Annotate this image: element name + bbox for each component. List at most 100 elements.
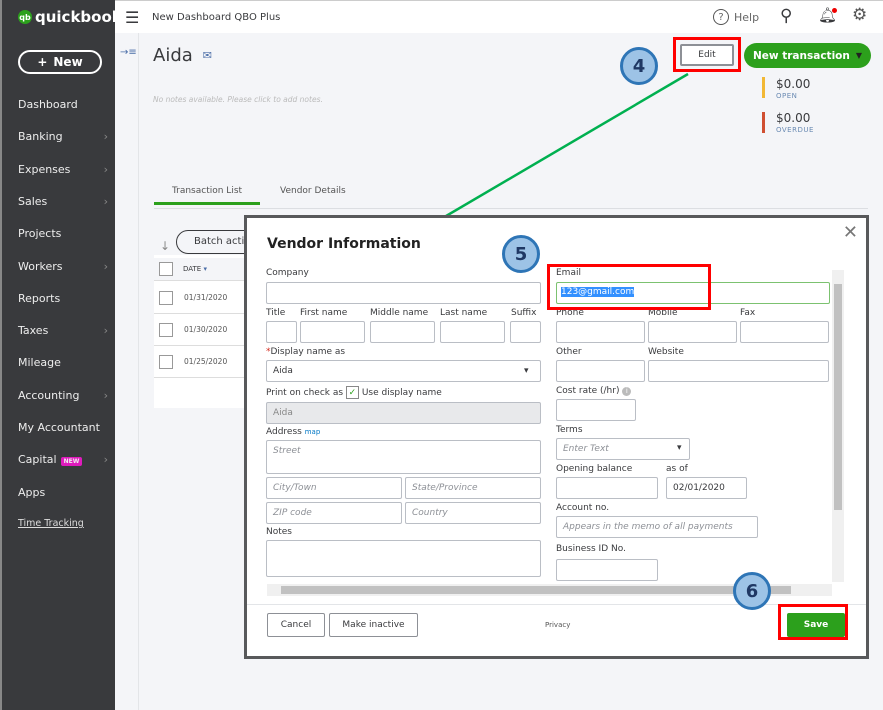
email-icon[interactable]: ✉ [203, 49, 212, 62]
dropdown-arrow-icon: ▼ [855, 51, 863, 60]
business-id-input[interactable] [556, 559, 658, 581]
expand-icon[interactable]: →≡ [120, 47, 137, 58]
state-input[interactable] [405, 477, 541, 499]
table-row[interactable]: 01/30/2020 [154, 314, 244, 346]
website-input[interactable] [648, 360, 829, 382]
annotation-box-save [778, 604, 848, 640]
callout-6: 6 [733, 572, 771, 610]
company-label: Company [266, 268, 309, 278]
date-column-header[interactable]: DATE ▾ [183, 265, 207, 273]
help-button[interactable]: ? Help [713, 9, 759, 25]
opening-balance-label: Opening balance [556, 464, 633, 474]
cancel-button[interactable]: Cancel [267, 613, 325, 637]
privacy-link[interactable]: Privacy [545, 621, 570, 629]
transaction-table: ↓ Batch acti DATE ▾ 01/31/2020 01/30/2020… [154, 230, 256, 408]
suffix-input[interactable] [510, 321, 541, 343]
overdue-indicator [762, 112, 765, 133]
open-label: OPEN [776, 92, 798, 100]
print-on-check-label: Print on check as ✓ Use display name [266, 386, 442, 399]
sidebar-item-workers[interactable]: Workers › [18, 260, 108, 273]
dialog-title: Vendor Information [267, 236, 421, 252]
top-bar: ☰ New Dashboard QBO Plus ? Help ⚲ 🔔︎ ⚙ [115, 0, 883, 33]
annotation-box-email [547, 264, 711, 310]
country-input[interactable] [405, 502, 541, 524]
table-row[interactable]: 01/25/2020 [154, 346, 244, 378]
title-label: Title [266, 308, 286, 318]
first-name-label: First name [300, 308, 348, 318]
middle-name-input[interactable] [370, 321, 435, 343]
notes-input[interactable] [266, 540, 541, 577]
hamburger-menu-icon[interactable]: ☰ [125, 8, 139, 27]
sidebar-item-dashboard[interactable]: Dashboard [18, 98, 108, 111]
sidebar-item-taxes[interactable]: Taxes › [18, 324, 108, 337]
as-of-date-input[interactable] [666, 477, 747, 499]
overdue-amount: $0.00 [776, 111, 811, 125]
terms-label: Terms [556, 425, 583, 435]
company-name: New Dashboard QBO Plus [152, 12, 281, 23]
map-link[interactable]: map [305, 428, 321, 436]
cost-rate-input[interactable] [556, 399, 636, 421]
title-input[interactable] [266, 321, 297, 343]
new-badge: NEW [60, 457, 83, 467]
opening-balance-input[interactable] [556, 477, 658, 499]
other-input[interactable] [556, 360, 645, 382]
tab-vendor-details[interactable]: Vendor Details [280, 186, 346, 196]
company-input[interactable] [266, 282, 541, 304]
row-date: 01/25/2020 [184, 357, 228, 366]
notes-label: Notes [266, 527, 292, 537]
vertical-scrollbar[interactable] [832, 270, 844, 582]
middle-name-label: Middle name [370, 308, 429, 318]
sidebar-item-banking[interactable]: Banking › [18, 130, 108, 143]
plus-icon: + [37, 55, 48, 69]
sidebar-item-accounting[interactable]: Accounting › [18, 389, 108, 402]
last-name-input[interactable] [440, 321, 505, 343]
city-input[interactable] [266, 477, 402, 499]
notification-bell-icon[interactable]: 🔔︎ [818, 6, 838, 24]
quickbooks-logo[interactable]: qb quickbooks [18, 8, 131, 26]
phone-input[interactable] [556, 321, 645, 343]
close-icon[interactable]: ✕ [843, 222, 858, 243]
new-transaction-button[interactable]: New transaction ▼ [744, 43, 871, 68]
use-display-name-checkbox[interactable]: ✓ [345, 386, 359, 399]
address-label: Address map [266, 427, 321, 437]
chevron-right-icon: › [103, 194, 108, 208]
first-name-input[interactable] [300, 321, 365, 343]
callout-4: 4 [620, 47, 658, 85]
business-id-label: Business ID No. [556, 544, 626, 554]
new-button[interactable]: + New [18, 50, 102, 74]
terms-select[interactable] [556, 438, 690, 460]
sidebar-item-projects[interactable]: Projects [18, 227, 108, 240]
select-all-checkbox[interactable] [159, 262, 173, 276]
row-checkbox[interactable] [159, 355, 173, 369]
sidebar-item-apps[interactable]: Apps [18, 486, 108, 499]
time-tracking-link[interactable]: Time Tracking [18, 518, 84, 529]
mobile-input[interactable] [648, 321, 737, 343]
sidebar-item-sales[interactable]: Sales › [18, 195, 108, 208]
row-checkbox[interactable] [159, 291, 173, 305]
fax-input[interactable] [740, 321, 829, 343]
sidebar-item-my-accountant[interactable]: My Accountant [18, 421, 108, 434]
tab-transaction-list[interactable]: Transaction List [154, 186, 260, 205]
sidebar-item-mileage[interactable]: Mileage [18, 356, 108, 369]
info-icon[interactable]: i [622, 387, 632, 396]
row-checkbox[interactable] [159, 323, 173, 337]
as-of-label: as of [666, 464, 688, 474]
sidebar-item-capital[interactable]: Capital NEW › [18, 453, 108, 467]
sort-arrow-icon[interactable]: ↓ [160, 239, 170, 253]
table-row[interactable]: 01/31/2020 [154, 282, 244, 314]
display-name-select[interactable] [266, 360, 541, 382]
gear-icon[interactable]: ⚙ [852, 5, 867, 25]
street-input[interactable] [266, 440, 541, 474]
make-inactive-button[interactable]: Make inactive [329, 613, 418, 637]
search-icon[interactable]: ⚲ [780, 6, 792, 26]
sidebar-item-reports[interactable]: Reports [18, 292, 108, 305]
chevron-right-icon: › [103, 453, 108, 467]
chevron-right-icon: › [103, 324, 108, 338]
chevron-right-icon: › [103, 388, 108, 402]
collapse-panel: →≡ [115, 33, 139, 710]
row-date: 01/30/2020 [184, 325, 228, 334]
account-no-input[interactable] [556, 516, 758, 538]
sidebar-item-expenses[interactable]: Expenses › [18, 163, 108, 176]
zip-input[interactable] [266, 502, 402, 524]
notes-placeholder[interactable]: No notes available. Please click to add … [153, 95, 323, 104]
